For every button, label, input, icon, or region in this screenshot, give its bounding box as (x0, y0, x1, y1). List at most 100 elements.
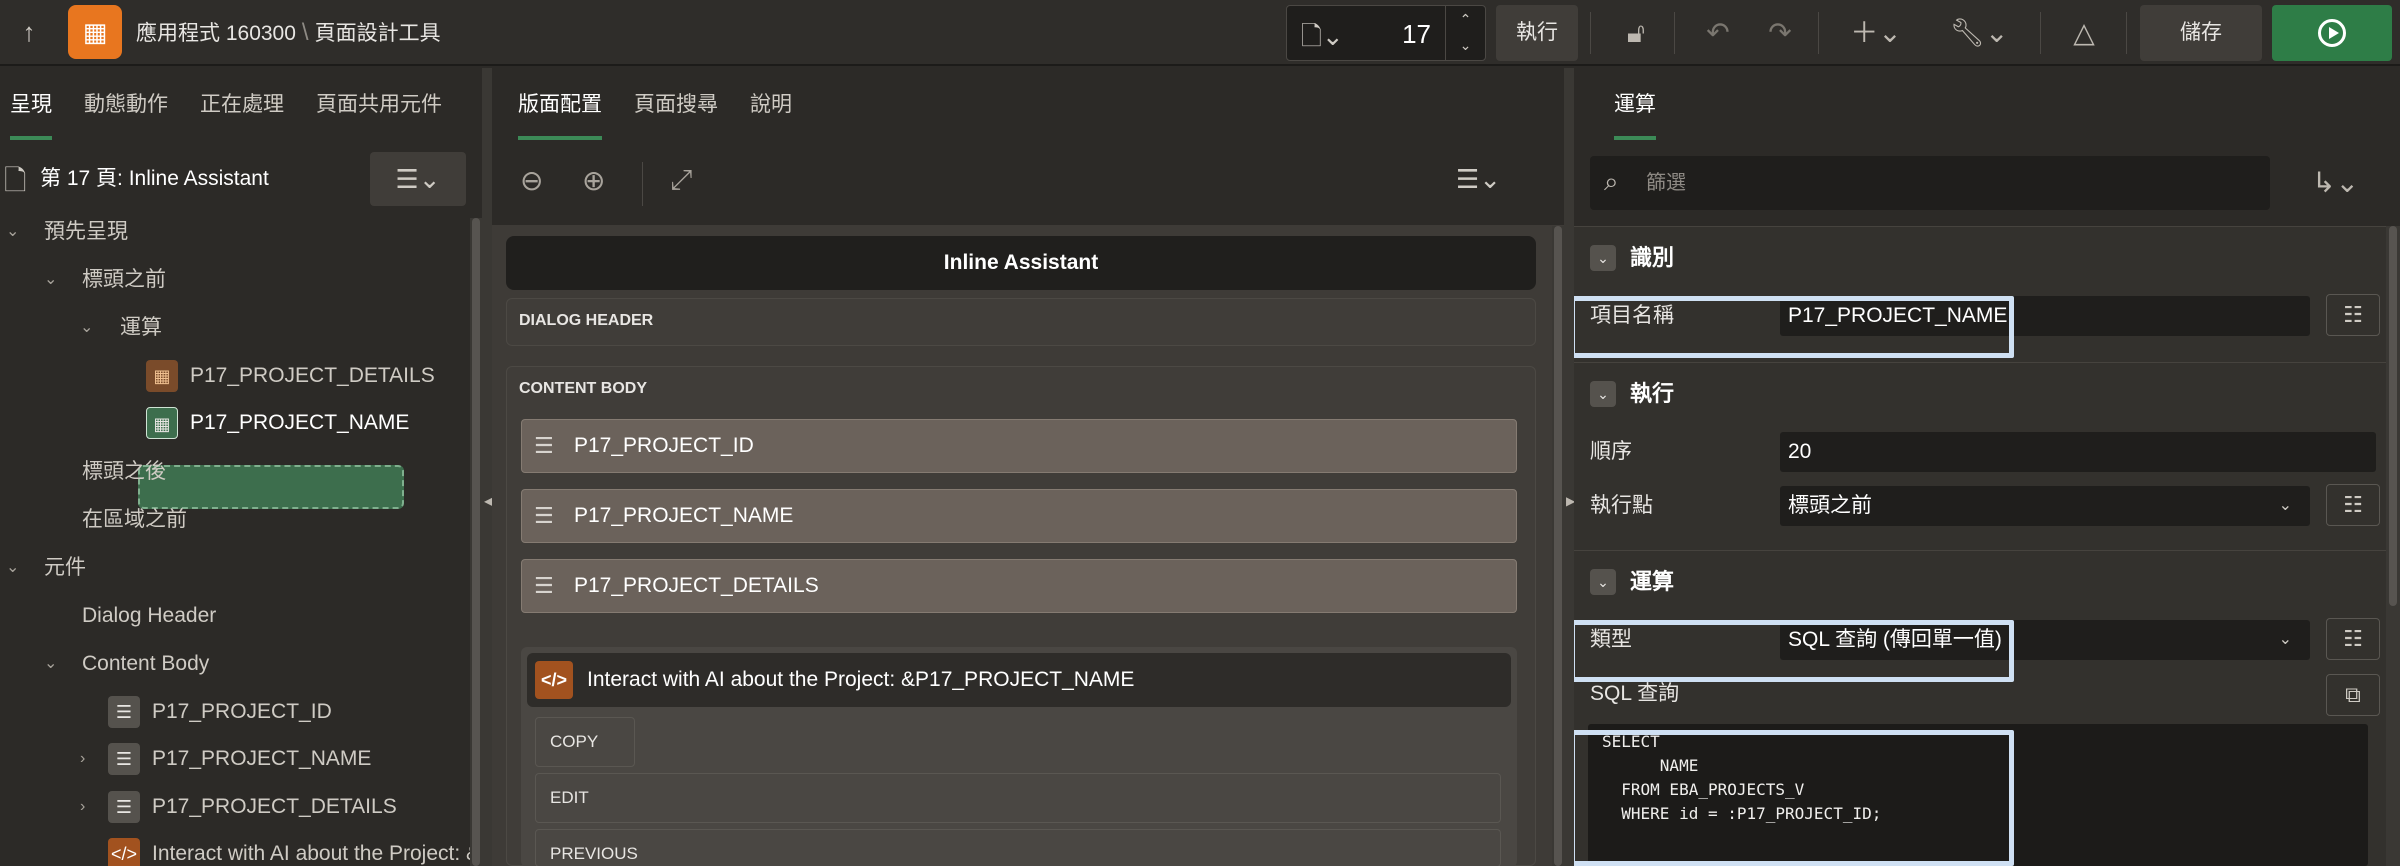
section-execution[interactable]: ⌄ 執行 (1574, 362, 2386, 424)
tree-node-computation-details[interactable]: ▦ P17_PROJECT_DETAILS (0, 354, 470, 398)
chevron-down-icon[interactable]: ⌄ (6, 210, 19, 254)
app-logo-icon[interactable]: ▦ (68, 5, 122, 59)
content-body-region[interactable]: CONTENT BODY ☰ P17_PROJECT_ID ☰ P17_PROJ… (506, 366, 1536, 866)
tab-help[interactable]: 說明 (740, 68, 802, 142)
run-button[interactable] (2272, 5, 2392, 61)
layout-item-name[interactable]: ☰ P17_PROJECT_NAME (521, 489, 1517, 543)
page-header: 🗋 第 17 頁: Inline Assistant ☰⌄ (0, 148, 482, 210)
add-menu-icon[interactable]: ＋⌄ (1846, 5, 1906, 61)
section-label: 執行 (1630, 381, 1675, 406)
toolbar-divider (2126, 12, 2127, 54)
layout-item-details[interactable]: ☰ P17_PROJECT_DETAILS (521, 559, 1517, 613)
field-value: SQL 查詢 (傳回單一值) (1788, 628, 2002, 651)
left-tabs: 呈現 動態動作 正在處理 頁面共用元件 (0, 68, 452, 142)
layout-item-id[interactable]: ☰ P17_PROJECT_ID (521, 419, 1517, 473)
zoom-in-icon[interactable]: ⊕ (582, 164, 605, 197)
tree-node-label: 標頭之後 (82, 460, 166, 483)
section-computation[interactable]: ⌄ 運算 (1574, 550, 2386, 612)
tree-node-item-name[interactable]: › ☰ P17_PROJECT_NAME (0, 737, 470, 781)
chevron-down-icon[interactable]: ⌄ (1590, 245, 1616, 271)
edit-button-slot[interactable]: EDIT (535, 773, 1501, 823)
property-list: ⌄ 識別 項目名稱 P17_PROJECT_NAME ☷ ⌄ 執行 順序 20 … (1574, 226, 2386, 866)
tree-node-label: Dialog Header (82, 604, 217, 627)
tab-computation[interactable]: 運算 (1604, 68, 1666, 142)
search-icon: ⌕ (1604, 166, 1619, 196)
tab-layout[interactable]: 版面配置 (508, 68, 612, 142)
tab-dynamic-actions[interactable]: 動態動作 (74, 68, 178, 142)
chevron-down-icon[interactable]: ⌄ (1590, 569, 1616, 595)
lock-icon[interactable]: 🔓︎ (1608, 5, 1664, 61)
tree-node-computation-name[interactable]: ▦ P17_PROJECT_NAME (0, 401, 470, 445)
tree-node-label: P17_PROJECT_NAME (152, 747, 372, 770)
scrollbar-thumb[interactable] (1554, 226, 1562, 866)
list-picker-icon[interactable]: ☷ (2326, 618, 2380, 660)
toolbar-divider (1590, 12, 1591, 54)
shared-components-icon[interactable]: △ (2056, 5, 2112, 61)
chevron-down-icon[interactable]: ⌄ (6, 546, 19, 590)
arrow-up-icon[interactable]: ↑ (14, 14, 44, 50)
page-selector[interactable]: 🗋⌄ 17 ⌃ ⌄ (1286, 5, 1486, 61)
expand-editor-icon[interactable]: ⧉ (2326, 674, 2380, 716)
tab-rendering[interactable]: 呈現 (0, 68, 62, 142)
right-splitter[interactable]: ▶ (1564, 68, 1575, 866)
expand-icon[interactable]: ⤢ (670, 164, 692, 197)
scrollbar-thumb[interactable] (2389, 226, 2397, 606)
page-number-input[interactable]: 17 (1402, 6, 1431, 62)
execution-point-select[interactable]: 標頭之前 ⌄ (1780, 486, 2310, 526)
page-title[interactable]: 第 17 頁: Inline Assistant (40, 148, 269, 210)
chevron-down-icon[interactable]: ⌄ (44, 642, 57, 686)
save-button[interactable]: 儲存 (2140, 5, 2262, 61)
chevron-down-icon[interactable]: ⌄ (44, 258, 57, 302)
redo-icon[interactable]: ↷ (1752, 5, 1808, 61)
chevron-right-icon[interactable]: › (80, 785, 85, 829)
left-splitter[interactable]: ◀ (482, 68, 493, 866)
ai-region[interactable]: </> Interact with AI about the Project: … (521, 647, 1517, 866)
previous-button-slot[interactable]: PREVIOUS (535, 829, 1501, 866)
sequence-field[interactable]: 20 (1780, 432, 2376, 472)
scrollbar-thumb[interactable] (472, 218, 480, 866)
wrench-menu-icon[interactable]: 🔧︎⌄ (1946, 5, 2012, 61)
layout-item-label: P17_PROJECT_NAME (574, 504, 794, 527)
filter-input[interactable]: ⌕ 篩選 (1590, 156, 2270, 210)
toolbar-divider (642, 162, 643, 206)
breadcrumb-tool: 頁面設計工具 (314, 22, 441, 45)
middle-scrollbar[interactable] (1552, 226, 1564, 866)
tree-node-ai-region[interactable]: </> Interact with AI about the Project: … (0, 832, 470, 866)
tree-node-item-id[interactable]: ☰ P17_PROJECT_ID (0, 690, 470, 734)
item-name-field[interactable]: P17_PROJECT_NAME (1780, 296, 2310, 336)
layout-menu-button[interactable]: ☰⌄ (1456, 164, 1501, 195)
chevron-down-icon: ⌄ (2278, 497, 2292, 514)
go-button[interactable]: 執行 (1496, 5, 1578, 61)
chevron-down-icon[interactable]: ⌄ (1590, 381, 1616, 407)
page-header-region[interactable]: Inline Assistant (506, 236, 1536, 290)
right-scrollbar[interactable] (2386, 226, 2400, 866)
tab-page-search[interactable]: 頁面搜尋 (624, 68, 728, 142)
tab-processing[interactable]: 正在處理 (190, 68, 294, 142)
section-identification[interactable]: ⌄ 識別 (1574, 226, 2386, 288)
tree-menu-button[interactable]: ☰⌄ (370, 152, 466, 206)
left-scrollbar[interactable] (470, 218, 482, 866)
tree-node-item-details[interactable]: › ☰ P17_PROJECT_DETAILS (0, 785, 470, 829)
type-select[interactable]: SQL 查詢 (傳回單一值) ⌄ (1780, 620, 2310, 660)
zoom-out-icon[interactable]: ⊖ (520, 164, 543, 197)
list-picker-icon[interactable]: ☷ (2326, 294, 2380, 336)
dialog-header-region[interactable]: DIALOG HEADER (506, 298, 1536, 346)
chevron-right-icon[interactable]: › (80, 737, 85, 781)
text-item-icon: ☰ (108, 696, 140, 728)
undo-icon[interactable]: ↶ (1690, 5, 1746, 61)
toolbar-divider (2040, 12, 2041, 54)
layout-canvas: Inline Assistant DIALOG HEADER CONTENT B… (492, 226, 1552, 866)
chevron-down-icon[interactable]: ⌄ (80, 306, 93, 350)
page-document-icon[interactable]: 🗋⌄ (1301, 18, 1344, 62)
prop-sequence: 順序 20 (1574, 424, 2386, 480)
list-picker-icon[interactable]: ☷ (2326, 484, 2380, 526)
sql-query-editor[interactable]: SELECT NAME FROM EBA_PROJECTS_V WHERE id… (1588, 724, 2368, 866)
calculator-icon: ▦ (146, 360, 178, 392)
ai-region-header[interactable]: </> Interact with AI about the Project: … (527, 653, 1511, 707)
copy-button-slot[interactable]: COPY (535, 717, 635, 767)
tab-shared-components[interactable]: 頁面共用元件 (306, 68, 452, 142)
page-stepper[interactable]: ⌃ ⌄ (1445, 6, 1485, 60)
go-to-group-icon[interactable]: ↳⌄ (2312, 166, 2359, 199)
section-label: 識別 (1630, 245, 1675, 270)
breadcrumb-app[interactable]: 應用程式 160300 (136, 22, 296, 45)
